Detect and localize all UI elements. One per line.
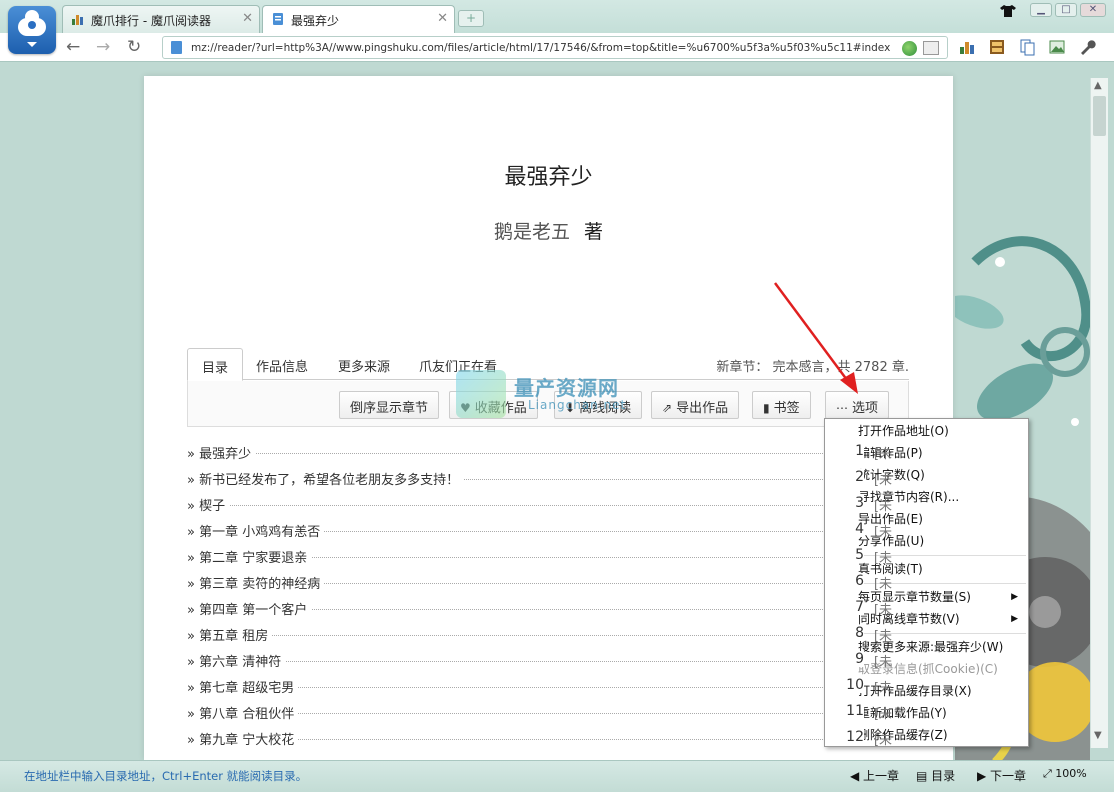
menu-item-delete-cache[interactable]: 删除作品缓存(Z) [858,725,948,745]
tab-ranking[interactable]: 魔爪排行 - 魔爪阅读器 ✕ [62,5,260,33]
status-hint: 在地址栏中输入目录地址，Ctrl+Enter 就能阅读目录。 [24,769,308,783]
navigation-bar: ← → ↻ [0,33,1114,62]
list-item[interactable]: » 第七章 超级宅男 10 [未 [187,672,892,698]
status-bar: 在地址栏中输入目录地址，Ctrl+Enter 就能阅读目录。 ◀ 上一章 ▤ 目… [0,760,1114,792]
export-button[interactable]: ⇗ 导出作品 [651,391,740,419]
tab-book[interactable]: 最强弃少 ✕ [262,5,455,33]
more-icon: ⋯ [836,401,848,415]
pages-icon[interactable] [1019,38,1037,56]
bookshelf-icon[interactable] [988,38,1006,56]
next-icon: ▶ [977,769,991,783]
scroll-up-icon[interactable]: ▲ [1094,80,1102,91]
new-tab-button[interactable]: + [458,10,484,27]
prev-chapter-button[interactable]: ◀ 上一章 [850,767,899,784]
vertical-scrollbar[interactable]: ▲ ▼ [1090,78,1108,748]
author-name[interactable]: 鹅是老五 [494,221,570,243]
app-logo-icon[interactable] [8,6,56,54]
tab-readers-watching[interactable]: 爪友们正在看 [405,348,511,380]
forward-button[interactable]: → [96,37,110,57]
scroll-thumb[interactable] [1093,96,1106,136]
list-item[interactable]: » 最强弃少 1 [未 [187,438,892,464]
reverse-order-button[interactable]: 倒序显示章节 [339,391,440,419]
page-icon [273,13,283,25]
bookmark-icon: ▮ [763,401,770,415]
tab-label: 最强弃少 [291,14,340,28]
tab-label: 魔爪排行 - 魔爪阅读器 [91,14,211,28]
list-item[interactable]: » 第九章 宁大校花 12 [未 [187,724,892,750]
external-link-icon: ⇗ [662,401,673,415]
address-bar [162,36,948,59]
download-icon: ⬇ [565,401,576,415]
toc-button[interactable]: ▤ 目录 [916,767,955,784]
tab-book-info[interactable]: 作品信息 [242,348,322,380]
minimize-button[interactable]: ▁ [1030,3,1052,17]
favorite-button[interactable]: ♥ 收藏作品 [449,391,538,419]
close-icon[interactable]: ✕ [437,11,448,26]
refresh-button[interactable]: ↻ [127,37,141,57]
menu-item-reload[interactable]: 重新加载作品(Y) [858,703,947,723]
back-button[interactable]: ← [66,37,80,57]
scroll-down-icon[interactable]: ▼ [1094,730,1102,741]
reader-mode-icon[interactable] [923,41,939,55]
globe-icon[interactable] [902,41,917,56]
submenu-arrow-icon: ▶ [1011,614,1018,624]
next-chapter-button[interactable]: ▶ 下一章 [977,767,1026,784]
close-icon[interactable]: ✕ [242,11,253,26]
close-window-button[interactable]: ✕ [1080,3,1106,17]
list-item[interactable]: » 楔子 3 [未 [187,490,892,516]
page-icon [171,41,182,54]
wrench-icon[interactable] [1078,38,1096,56]
list-item[interactable]: » 新书已经发布了，希望各位老朋友多多支持！ 2 [未 [187,464,892,490]
chapter-list: » 最强弃少 1 [未 » 新书已经发布了，希望各位老朋友多多支持！ 2 [未 » 楔子… [187,438,892,750]
book-author: 鹅是老五著 [144,217,953,244]
menu-item-open-url[interactable]: 打开作品地址(O) [858,421,949,441]
list-item[interactable]: » 第一章 小鸡鸡有恙否 4 [未 [187,516,892,542]
maximize-button[interactable]: □ [1055,3,1077,17]
list-item[interactable]: » 第五章 租房 8 [未 [187,620,892,646]
list-item[interactable]: » 第六章 清神符 9 [未 [187,646,892,672]
chart-icon [72,15,83,25]
list-item[interactable]: » 第四章 第一个客户 7 [未 [187,594,892,620]
list-item[interactable]: » 第三章 卖符的神经病 6 [未 [187,568,892,594]
ranking-icon[interactable] [958,38,976,56]
annotation-arrow [773,282,858,394]
zoom-level[interactable]: ⤢ 100% [1043,767,1087,781]
heart-icon: ♥ [460,401,471,415]
book-title: 最强弃少 [504,165,593,190]
list-item[interactable]: » 第二章 宁家要退亲 5 [未 [187,542,892,568]
offline-read-button[interactable]: ⬇ 离线阅读 [554,391,643,419]
title-bar: 魔爪排行 - 魔爪阅读器 ✕ 最强弃少 ✕ + ▁ □ ✕ [0,0,1114,54]
author-suffix: 著 [584,221,604,243]
prev-icon: ◀ [850,769,864,783]
submenu-arrow-icon: ▶ [1011,592,1018,602]
zoom-icon: ⤢ [1043,767,1056,780]
image-icon[interactable] [1048,38,1066,56]
address-input[interactable] [191,39,891,56]
shirt-icon[interactable] [1000,5,1016,17]
list-icon: ▤ [916,769,932,783]
tab-more-sources[interactable]: 更多来源 [324,348,404,380]
tab-toc[interactable]: 目录 [187,348,244,381]
list-item[interactable]: » 第八章 合租伙伴 11 [未 [187,698,892,724]
